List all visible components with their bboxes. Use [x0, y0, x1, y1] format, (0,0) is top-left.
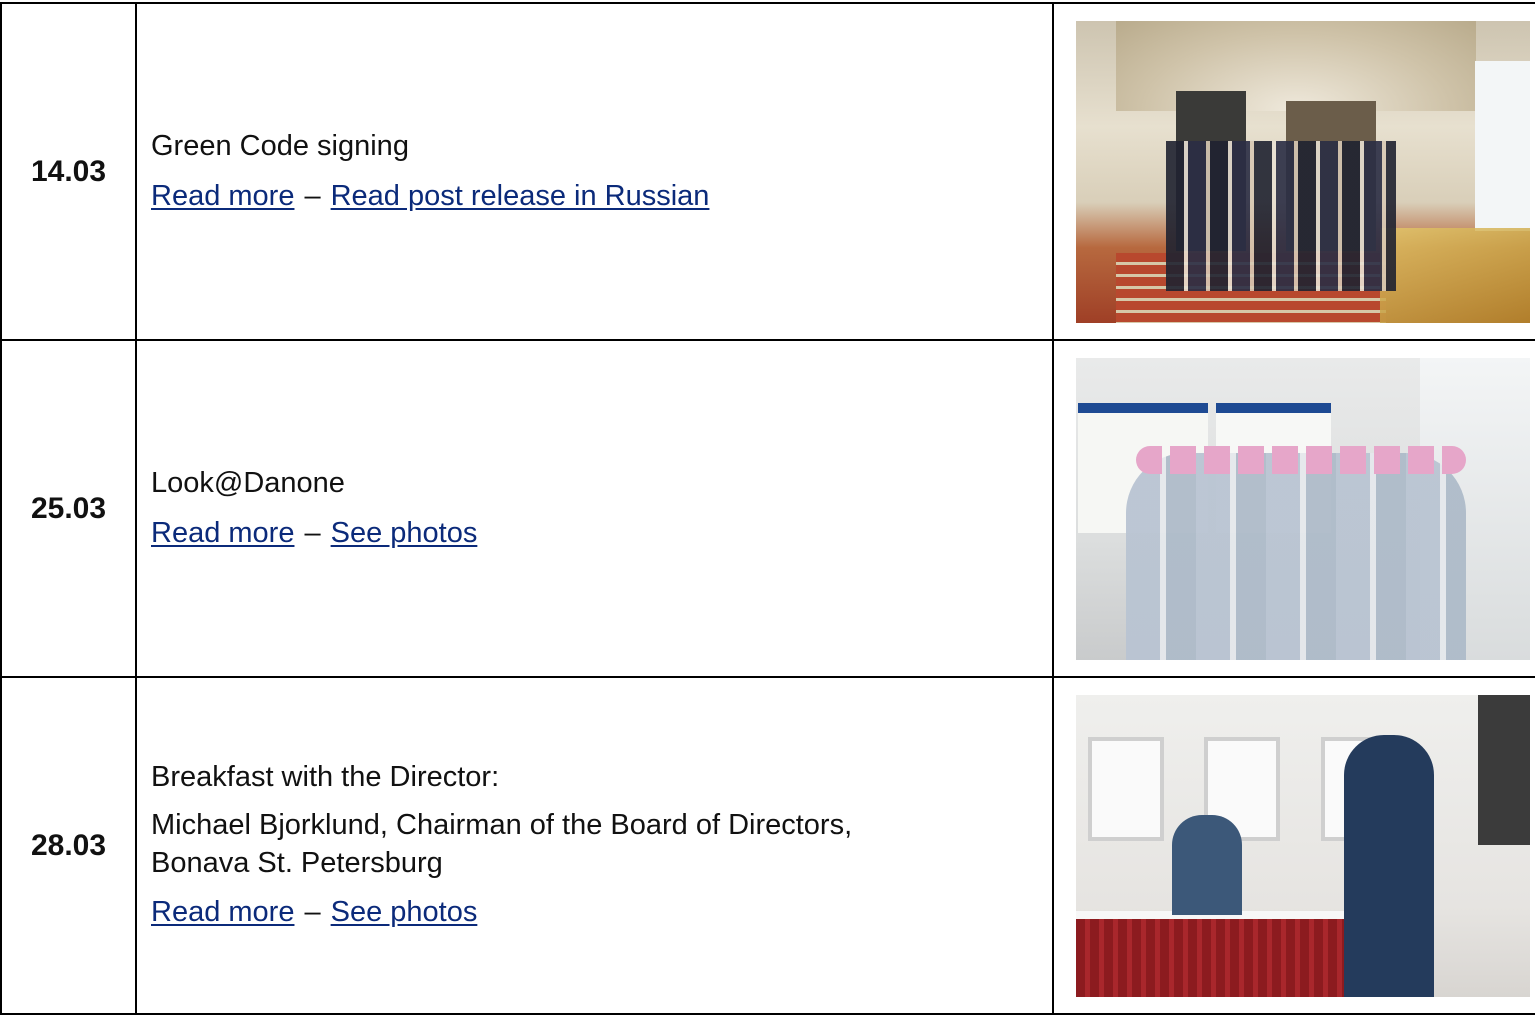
read-post-release-russian-link[interactable]: Read post release in Russian [331, 180, 710, 212]
link-separator: – [304, 179, 321, 212]
event-title: Green Code signing [151, 129, 409, 162]
event-title: Look@Danone [151, 466, 345, 499]
event-description: Breakfast with the Director: Michael Bjo… [135, 676, 1054, 1015]
event-photo [1075, 20, 1530, 323]
see-photos-link[interactable]: See photos [331, 896, 478, 928]
table-row: 25.03 Look@Danone Read more – See photos [0, 339, 1535, 678]
event-photo-cell [1052, 339, 1535, 678]
link-separator: – [304, 896, 321, 929]
read-more-link[interactable]: Read more [151, 517, 294, 549]
event-date: 14.03 [0, 2, 137, 341]
event-title: Breakfast with the Director: [151, 761, 500, 794]
event-photo-cell [1052, 2, 1535, 341]
table-row: 28.03 Breakfast with the Director: Micha… [0, 676, 1535, 1015]
event-subtitle: Michael Bjorklund, Chairman of the Board… [151, 808, 853, 879]
event-links: Read more – See photos [151, 894, 1052, 932]
event-photo-cell [1052, 676, 1535, 1015]
event-links: Read more – See photos [151, 515, 1052, 553]
read-more-link[interactable]: Read more [151, 180, 294, 212]
link-separator: – [304, 516, 321, 549]
events-table: 14.03 Green Code signing Read more – Read … [0, 2, 1535, 1015]
event-photo [1075, 357, 1530, 660]
event-description: Look@Danone Read more – See photos [135, 339, 1054, 678]
see-photos-link[interactable]: See photos [331, 517, 478, 549]
event-photo [1075, 694, 1530, 997]
read-more-link[interactable]: Read more [151, 896, 294, 928]
event-date: 25.03 [0, 339, 137, 678]
event-description: Green Code signing Read more – Read post r… [135, 2, 1054, 341]
event-links: Read more – Read post release in Russian [151, 178, 1052, 216]
table-row: 14.03 Green Code signing Read more – Read … [0, 2, 1535, 341]
event-date: 28.03 [0, 676, 137, 1015]
